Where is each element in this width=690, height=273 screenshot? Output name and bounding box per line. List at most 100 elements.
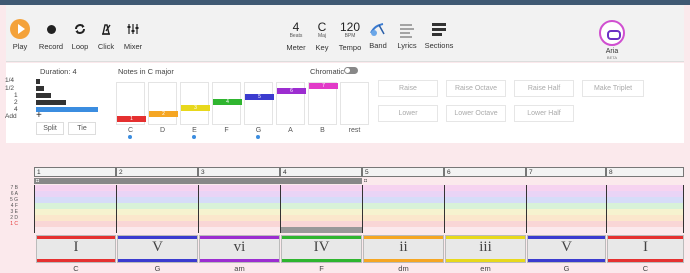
tempo-label: Tempo: [338, 43, 362, 52]
mixer-label: Mixer: [123, 42, 143, 51]
chord-numeral: IV: [313, 239, 330, 255]
measure-header[interactable]: 2: [116, 167, 198, 177]
measure-header[interactable]: 5: [362, 167, 444, 177]
note-key-rest[interactable]: [340, 82, 369, 125]
bar-line: [116, 185, 117, 233]
tie-button[interactable]: Tie: [68, 122, 96, 135]
meter-unit: Beats: [289, 33, 303, 39]
bar-line: [280, 185, 281, 233]
mixer-button[interactable]: Mixer: [120, 19, 146, 51]
click-button[interactable]: Click: [94, 19, 118, 51]
note-key-g[interactable]: 5: [244, 82, 274, 125]
loop-start-icon: ◘: [36, 178, 40, 184]
make-triplet-button[interactable]: Make Triplet: [582, 80, 644, 97]
chord-block[interactable]: IV: [281, 235, 362, 263]
chord-numeral: V: [561, 239, 572, 255]
note-grid[interactable]: [34, 185, 684, 233]
bar-line: [606, 185, 607, 233]
chord-name: em: [480, 264, 491, 273]
chord-block[interactable]: V: [527, 235, 606, 263]
note-label-d: D: [159, 127, 166, 134]
note-key-c[interactable]: 1: [116, 82, 146, 125]
lyrics-label: Lyrics: [397, 41, 417, 50]
duration-row-label: 1/4: [5, 77, 15, 84]
note-key-e[interactable]: 3: [180, 82, 210, 125]
tempo-control[interactable]: 120 BPM Tempo: [336, 21, 364, 52]
note-degree: 4: [213, 99, 242, 105]
split-button[interactable]: Split: [36, 122, 64, 135]
lower-octave-button[interactable]: Lower Octave: [446, 105, 506, 122]
sections-button[interactable]: Sections: [423, 21, 455, 50]
meter-control[interactable]: 4 Beats Meter: [284, 21, 308, 52]
chord-numeral: I: [73, 239, 79, 255]
measure-header[interactable]: 6: [444, 167, 526, 177]
duration-label: Duration: 4: [40, 67, 77, 76]
aria-logo-icon[interactable]: [599, 20, 625, 46]
chord-name: C: [73, 264, 79, 273]
key-control[interactable]: C Maj Key: [312, 21, 332, 52]
sections-icon: [432, 23, 446, 36]
chord-numeral: vi: [233, 239, 246, 255]
note-key-a[interactable]: 6: [276, 82, 306, 125]
sections-label: Sections: [424, 41, 454, 50]
tempo-value: 120: [339, 20, 361, 34]
chord-block[interactable]: vi: [199, 235, 280, 263]
raise-button[interactable]: Raise: [378, 80, 438, 97]
duration-double-option[interactable]: [36, 100, 66, 105]
band-label: Band: [369, 41, 387, 50]
metronome-icon: [102, 24, 111, 35]
note-key-f[interactable]: 4: [212, 82, 242, 125]
play-button[interactable]: Play: [10, 19, 30, 51]
chord-name: G: [563, 264, 570, 273]
chord-block[interactable]: ii: [363, 235, 444, 263]
record-button[interactable]: Record: [36, 19, 66, 51]
lower-button[interactable]: Lower: [378, 105, 438, 122]
duration-whole-option[interactable]: [36, 93, 51, 98]
note-degree: 2: [149, 111, 178, 117]
chord-block[interactable]: iii: [445, 235, 526, 263]
chord-name: dm: [398, 264, 409, 273]
duration-row-label: 1/2: [5, 85, 15, 92]
chord-numeral: iii: [479, 239, 492, 255]
note-key-d[interactable]: 2: [148, 82, 178, 125]
click-label: Click: [97, 42, 115, 51]
chord-block[interactable]: V: [117, 235, 198, 263]
play-label: Play: [12, 42, 28, 51]
raise-half-button[interactable]: Raise Half: [514, 80, 574, 97]
lyrics-icon: [400, 24, 414, 38]
measure-header[interactable]: 7: [526, 167, 606, 177]
lower-half-button[interactable]: Lower Half: [514, 105, 574, 122]
note-key-b[interactable]: 7: [308, 82, 338, 125]
meter-label: Meter: [286, 43, 306, 52]
lyrics-button[interactable]: Lyrics: [393, 21, 421, 50]
bar-line: [362, 185, 363, 233]
raise-octave-button[interactable]: Raise Octave: [446, 80, 506, 97]
duration-four-option[interactable]: [36, 107, 98, 112]
note-degree: 5: [245, 94, 274, 100]
chord-tone-dot: [192, 135, 196, 139]
duration-add-icon[interactable]: +: [36, 111, 42, 121]
note-label-rest: rest: [348, 127, 361, 134]
loop-end-icon: ◘: [364, 178, 368, 184]
measure-header[interactable]: 1: [34, 167, 116, 177]
chromatic-toggle[interactable]: [344, 67, 358, 74]
bar-line: [683, 185, 684, 233]
aria-beta-badge: BETA: [606, 55, 618, 60]
duration-quarter-option[interactable]: [36, 79, 40, 84]
loop-region-bar[interactable]: [34, 178, 362, 184]
band-button[interactable]: Band: [366, 21, 390, 50]
duration-half-option[interactable]: [36, 86, 44, 91]
selected-measure-highlight: [280, 227, 362, 233]
note-label-b: B: [320, 127, 325, 134]
chord-numeral: ii: [399, 239, 408, 255]
loop-button[interactable]: Loop: [68, 19, 92, 51]
loop-icon: [75, 24, 85, 34]
chord-block[interactable]: I: [36, 235, 116, 263]
measure-header[interactable]: 3: [198, 167, 280, 177]
measure-header[interactable]: 8: [606, 167, 684, 177]
key-label: Key: [315, 43, 329, 52]
note-label-a: A: [288, 127, 293, 134]
chord-numeral: V: [152, 239, 163, 255]
measure-header[interactable]: 4: [280, 167, 362, 177]
chord-block[interactable]: I: [607, 235, 684, 263]
